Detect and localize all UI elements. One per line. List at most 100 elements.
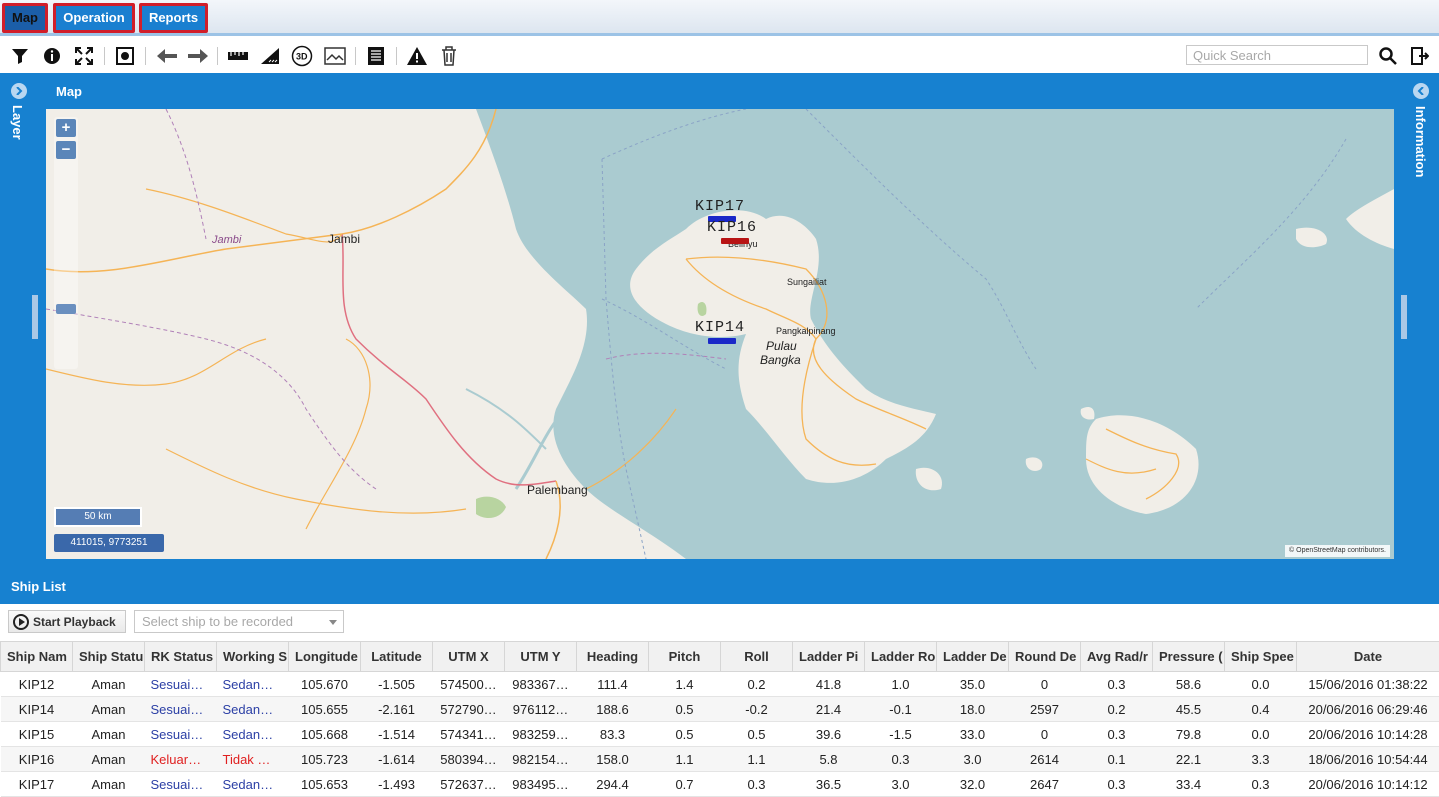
table-cell-working: Tidak … — [216, 746, 289, 772]
ship-marker-kip16[interactable] — [721, 238, 749, 244]
column-header[interactable]: Pitch — [648, 641, 721, 672]
play-icon — [13, 614, 29, 630]
map-label-pangkalpinang: Pangkalpinang — [776, 326, 836, 336]
column-header[interactable]: UTM X — [432, 641, 505, 672]
table-cell-heading: 111.4 — [576, 671, 649, 697]
table-cell-rk: Keluar… — [144, 746, 217, 772]
column-header[interactable]: Ladder De — [936, 641, 1009, 672]
column-header[interactable]: Round De — [1008, 641, 1081, 672]
map-attribution[interactable]: © OpenStreetMap contributors. — [1285, 545, 1390, 557]
table-cell-lon: 105.668 — [288, 721, 361, 747]
table-header-row: Ship Nam Ship Statu RK Status Working S … — [0, 641, 1439, 672]
expand-layer-icon[interactable] — [11, 83, 27, 99]
right-resize-handle[interactable] — [1401, 295, 1407, 339]
table-cell-roll: 0.3 — [720, 771, 793, 797]
fullscreen-icon[interactable] — [72, 44, 96, 68]
zoom-in-button[interactable]: + — [56, 119, 76, 137]
info-icon[interactable] — [40, 44, 64, 68]
area-measure-icon[interactable] — [258, 44, 282, 68]
table-cell-ladder-ro: -1.5 — [864, 721, 937, 747]
expand-information-icon[interactable] — [1413, 83, 1429, 99]
layer-panel-label[interactable]: Layer — [10, 105, 25, 140]
table-cell-ladder-de: 35.0 — [936, 671, 1009, 697]
map-canvas[interactable]: + − Jambi Jambi Palembang Belinyu Sungai… — [46, 109, 1394, 559]
information-panel-label[interactable]: Information — [1413, 106, 1428, 178]
table-cell-ladder-pi: 39.6 — [792, 721, 865, 747]
table-row[interactable]: KIP15 Aman Sesuai… Sedan… 105.668 -1.514 57434… — [0, 721, 1439, 747]
table-cell-pitch: 0.5 — [648, 721, 721, 747]
warning-icon[interactable] — [405, 44, 429, 68]
map-label-bangka: Bangka — [760, 353, 801, 367]
tab-map[interactable]: Map — [2, 3, 48, 33]
table-row[interactable]: KIP17 Aman Sesuai… Sedan… 105.653 -1.493 57263… — [0, 771, 1439, 797]
column-header[interactable]: Ship Nam — [0, 641, 73, 672]
search-icon[interactable] — [1376, 44, 1400, 68]
column-header[interactable]: Ladder Pi — [792, 641, 865, 672]
table-cell-name: KIP12 — [0, 671, 73, 697]
map-label-sungailiat: Sungailiat — [787, 277, 827, 287]
column-header[interactable]: Ship Spee — [1224, 641, 1297, 672]
tab-reports[interactable]: Reports — [139, 3, 208, 33]
column-header[interactable]: UTM Y — [504, 641, 577, 672]
table-cell-date: 20/06/2016 10:14:28 — [1296, 721, 1439, 747]
column-header[interactable]: Working S — [216, 641, 289, 672]
document-icon[interactable] — [364, 44, 388, 68]
trash-icon[interactable] — [437, 44, 461, 68]
ship-table: Ship Nam Ship Statu RK Status Working S … — [0, 641, 1439, 797]
column-header[interactable]: RK Status — [144, 641, 217, 672]
quick-search-input[interactable] — [1186, 45, 1368, 65]
column-header[interactable]: Ship Statu — [72, 641, 145, 672]
forward-arrow-icon[interactable] — [186, 44, 210, 68]
table-cell-status: Aman — [72, 746, 145, 772]
table-cell-utmy: 983259… — [504, 721, 577, 747]
column-header[interactable]: Pressure ( — [1152, 641, 1225, 672]
scale-bar: 50 km — [54, 507, 142, 527]
zoom-slider-handle[interactable] — [56, 304, 76, 314]
tab-operation[interactable]: Operation — [53, 3, 135, 33]
ship-label-kip17[interactable]: KIP17 — [695, 198, 745, 215]
column-header[interactable]: Ladder Ro — [864, 641, 937, 672]
column-header[interactable]: Avg Rad/r — [1080, 641, 1153, 672]
table-cell-pitch: 1.4 — [648, 671, 721, 697]
table-cell-rk: Sesuai… — [144, 696, 217, 722]
column-header[interactable]: Date — [1296, 641, 1439, 672]
table-cell-status: Aman — [72, 696, 145, 722]
table-cell-ladder-pi: 5.8 — [792, 746, 865, 772]
column-header[interactable]: Longitude — [288, 641, 361, 672]
column-header[interactable]: Latitude — [360, 641, 433, 672]
table-cell-ladder-ro: 3.0 — [864, 771, 937, 797]
table-cell-pressure: 45.5 — [1152, 696, 1225, 722]
filter-icon[interactable] — [8, 44, 32, 68]
table-cell-rk: Sesuai… — [144, 721, 217, 747]
back-arrow-icon[interactable] — [155, 44, 179, 68]
table-cell-ladder-pi: 36.5 — [792, 771, 865, 797]
start-playback-button[interactable]: Start Playback — [8, 610, 126, 633]
ship-label-kip16[interactable]: KIP16 — [707, 219, 757, 236]
table-cell-working: Sedan… — [216, 696, 289, 722]
table-cell-ladder-pi: 21.4 — [792, 696, 865, 722]
table-cell-avg-rad: 0.3 — [1080, 771, 1153, 797]
table-cell-name: KIP17 — [0, 771, 73, 797]
ruler-icon[interactable] — [226, 44, 250, 68]
zoom-out-button[interactable]: − — [56, 141, 76, 159]
column-header[interactable]: Roll — [720, 641, 793, 672]
table-cell-lon: 105.655 — [288, 696, 361, 722]
table-cell-status: Aman — [72, 671, 145, 697]
3d-icon[interactable]: 3D — [290, 44, 314, 68]
map-label-palembang: Palembang — [527, 483, 588, 497]
column-header[interactable]: Heading — [576, 641, 649, 672]
table-row[interactable]: KIP14 Aman Sesuai… Sedan… 105.655 -2.161 57279… — [0, 696, 1439, 722]
table-row[interactable]: KIP12 Aman Sesuai… Sedan… 105.670 -1.505 57450… — [0, 671, 1439, 697]
ship-label-kip14[interactable]: KIP14 — [695, 319, 745, 336]
table-cell-lat: -2.161 — [360, 696, 433, 722]
table-row[interactable]: KIP16 Aman Keluar… Tidak … 105.723 -1.614 5803… — [0, 746, 1439, 772]
table-cell-lat: -1.514 — [360, 721, 433, 747]
logout-icon[interactable] — [1408, 44, 1432, 68]
image-icon[interactable] — [323, 44, 347, 68]
table-cell-speed: 0.3 — [1224, 771, 1297, 797]
start-playback-label: Start Playback — [33, 614, 116, 629]
ship-marker-kip14[interactable] — [708, 338, 736, 344]
zoom-extent-icon[interactable] — [113, 44, 137, 68]
table-cell-round-de: 2597 — [1008, 696, 1081, 722]
ship-record-select[interactable]: Select ship to be recorded — [134, 610, 344, 633]
